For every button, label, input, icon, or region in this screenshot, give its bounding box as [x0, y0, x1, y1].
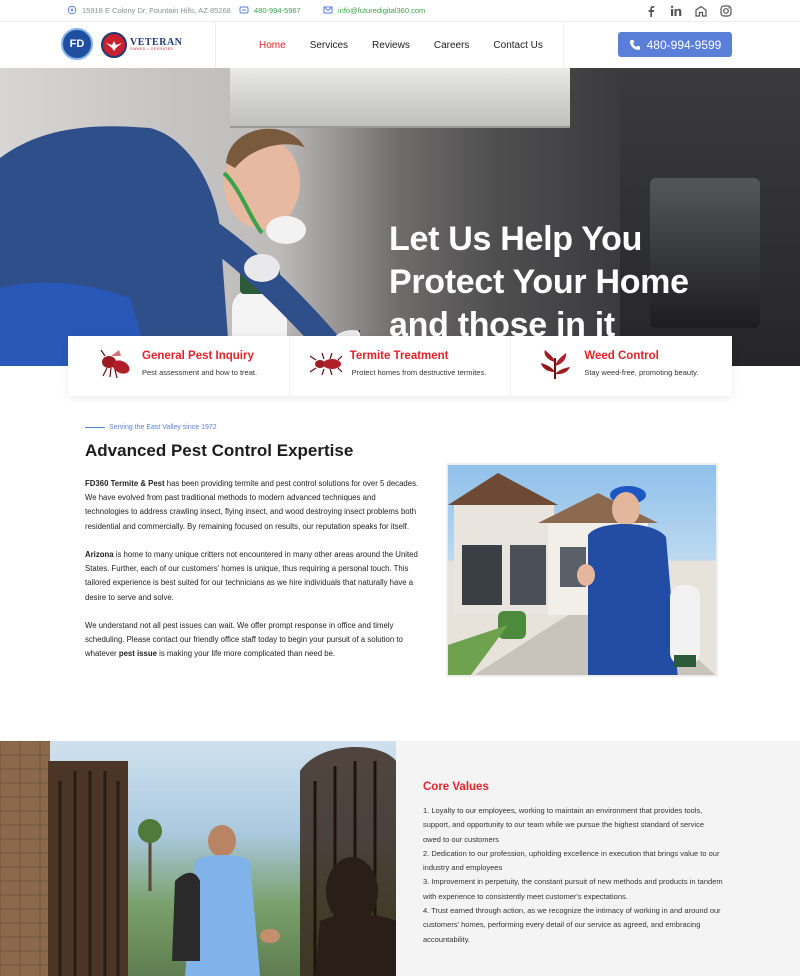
veteran-owned-logo: VETERAN OWNED • OPERATED [101, 31, 187, 59]
about-paragraph: We understand not all pest issues can wa… [85, 619, 421, 662]
eyebrow-line [85, 427, 105, 428]
nav-careers[interactable]: Careers [434, 40, 470, 51]
service-cards: General Pest Inquiry Pest assessment and… [68, 336, 732, 396]
address-text: 15918 E Colony Dr, Fountain Hills, AZ 85… [82, 5, 231, 15]
fd-logo-text: FD [69, 37, 85, 50]
service-card-weed[interactable]: Weed Control Stay weed-free, promoting b… [510, 336, 732, 396]
email-info[interactable]: info@futuredigital360.com [323, 5, 425, 15]
service-card-title: Termite Treatment [349, 350, 449, 362]
nav-reviews[interactable]: Reviews [372, 40, 410, 51]
about-title: Advanced Pest Control Expertise [85, 441, 354, 460]
core-value-item: 3. Improvement in perpetuity, the consta… [423, 877, 723, 901]
hero-title-line: Protect Your Home [389, 263, 689, 301]
core-values-section: Core Values 1. Loyalty to our employees,… [0, 741, 800, 976]
nav-contact-us[interactable]: Contact Us [493, 40, 542, 51]
phone-link[interactable]: 480-994-5967 [254, 6, 301, 15]
service-card-title: General Pest Inquiry [142, 350, 254, 362]
call-now-button[interactable]: 480-994-9599 [618, 32, 732, 57]
email-icon [323, 6, 333, 14]
wasp-icon [100, 349, 130, 379]
social-links [644, 4, 732, 17]
nav-services[interactable]: Services [310, 40, 348, 51]
service-card-general-pest[interactable]: General Pest Inquiry Pest assessment and… [68, 336, 289, 396]
header-divider [563, 22, 564, 68]
weed-icon [541, 350, 571, 379]
about-paragraph-text: is home to many unique critters not enco… [85, 550, 418, 602]
core-values-title: Core Values [423, 781, 489, 793]
about-paragraph: FD360 Termite & Pest has been providing … [85, 477, 421, 534]
core-values-list: 1. Loyalty to our employees, working to … [423, 804, 723, 947]
about-paragraph-text: is making your life more complicated tha… [156, 649, 336, 659]
phone-icon [239, 6, 249, 14]
service-card-termite[interactable]: Termite Treatment Protect homes from des… [288, 336, 511, 396]
about-eyebrow: Serving the East Valley since 1972 [85, 424, 217, 431]
phone-icon [629, 39, 640, 50]
hero-banner: Let Us Help You Protect Your Home and th… [0, 68, 800, 366]
fd360-logo[interactable]: FD [61, 28, 93, 60]
owned-operated-word: OWNED • OPERATED [130, 47, 174, 52]
exterminator-photo [0, 126, 360, 366]
service-card-title: Weed Control [584, 350, 659, 362]
service-card-desc: Pest assessment and how to treat. [142, 368, 258, 377]
facebook-icon[interactable] [644, 4, 657, 17]
nav-home[interactable]: Home [259, 40, 286, 51]
header-divider [215, 22, 216, 68]
service-card-desc: Stay weed-free, promoting beauty. [584, 368, 699, 377]
termite-icon [309, 352, 343, 376]
pest-issue-emphasis: pest issue [118, 649, 157, 659]
instagram-icon[interactable] [719, 4, 732, 17]
eagle-badge-icon [101, 32, 127, 58]
eyebrow-text: Serving the East Valley since 1972 [109, 424, 217, 431]
state-name: Arizona [85, 550, 114, 559]
core-value-item: 2. Dedication to our profession, upholdi… [423, 848, 720, 873]
hero-title-line: Let Us Help You [389, 220, 643, 258]
top-info-bar: 15918 E Colony Dr, Fountain Hills, AZ 85… [0, 0, 800, 22]
nextdoor-icon[interactable] [694, 4, 707, 17]
about-paragraph: Arizona is home to many unique critters … [85, 548, 421, 605]
about-body: FD360 Termite & Pest has been providing … [85, 477, 421, 676]
company-name: FD360 Termite & Pest [85, 479, 165, 488]
technician-house-photo [446, 463, 718, 677]
hero-title: Let Us Help You Protect Your Home and th… [389, 218, 749, 347]
site-header: FD VETERAN OWNED • OPERATED Home Service… [0, 22, 800, 68]
call-button-label: 480-994-9599 [646, 37, 722, 52]
service-card-desc: Protect homes from destructive termites. [351, 368, 487, 377]
linkedin-icon[interactable] [669, 4, 682, 17]
technician-greeting-photo [0, 741, 396, 976]
main-nav: Home Services Reviews Careers Contact Us [259, 22, 567, 68]
address-info: 15918 E Colony Dr, Fountain Hills, AZ 85… [67, 5, 231, 15]
location-icon [67, 5, 77, 15]
core-value-item: 1. Loyalty to our employees, working to … [423, 806, 704, 844]
core-value-item: 4. Trust earned through action, as we re… [423, 906, 721, 944]
phone-info[interactable]: 480-994-5967 [239, 5, 301, 15]
email-link[interactable]: info@futuredigital360.com [338, 6, 425, 15]
